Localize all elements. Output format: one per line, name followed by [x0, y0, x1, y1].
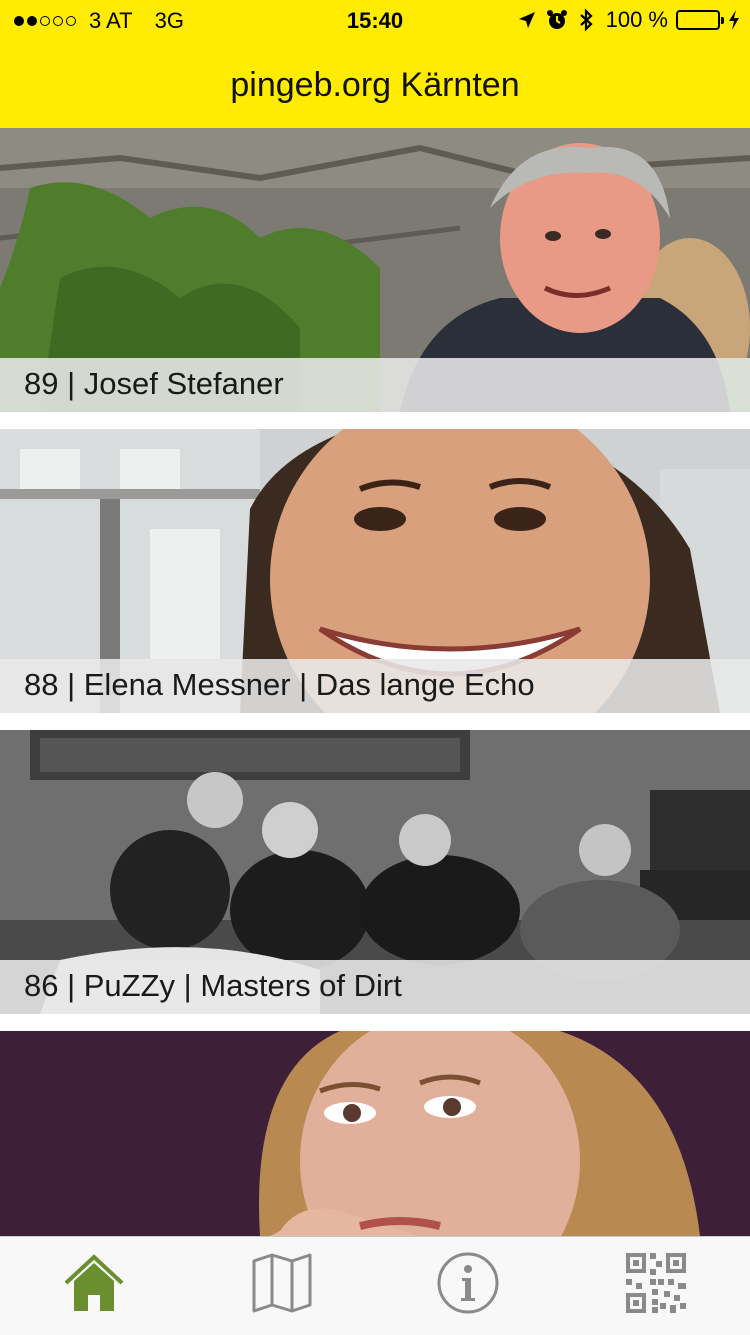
tab-info[interactable] [436, 1251, 500, 1315]
battery-percentage: 100 % [605, 7, 668, 32]
tab-qr-code[interactable] [624, 1251, 688, 1315]
tab-bar [0, 1236, 750, 1335]
info-icon [437, 1252, 499, 1314]
feed-card[interactable] [0, 1031, 750, 1236]
card-caption: 86 | PuZZy | Masters of Dirt [24, 968, 402, 1003]
home-icon [64, 1254, 124, 1311]
portrait-woman-purple-background-photo [0, 1031, 750, 1236]
feed-card[interactable]: 88 | Elena Messner | Das lange Echo [0, 429, 750, 713]
page-title: pingeb.org Kärnten [230, 66, 520, 104]
map-icon [252, 1253, 312, 1313]
card-caption: 88 | Elena Messner | Das lange Echo [24, 667, 535, 702]
alarm-clock-icon [546, 9, 568, 31]
status-right: 100 % [508, 7, 740, 33]
tab-home[interactable] [62, 1251, 126, 1315]
feed-card[interactable]: 89 | Josef Stefaner [0, 128, 750, 412]
charging-bolt-icon [728, 10, 740, 30]
card-caption: 89 | Josef Stefaner [24, 366, 284, 401]
app-header: 3 AT 3G 15:40 100 % pingeb.org Kärnten [0, 0, 750, 128]
feed-card[interactable]: 86 | PuZZy | Masters of Dirt [0, 730, 750, 1014]
battery-icon [676, 10, 724, 30]
bluetooth-icon [578, 8, 594, 32]
battery-tip [721, 17, 724, 24]
qr-code-icon [626, 1253, 686, 1313]
tab-map[interactable] [250, 1251, 314, 1315]
location-arrow-icon [518, 11, 536, 29]
status-bar: 3 AT 3G 15:40 100 % [0, 0, 750, 40]
